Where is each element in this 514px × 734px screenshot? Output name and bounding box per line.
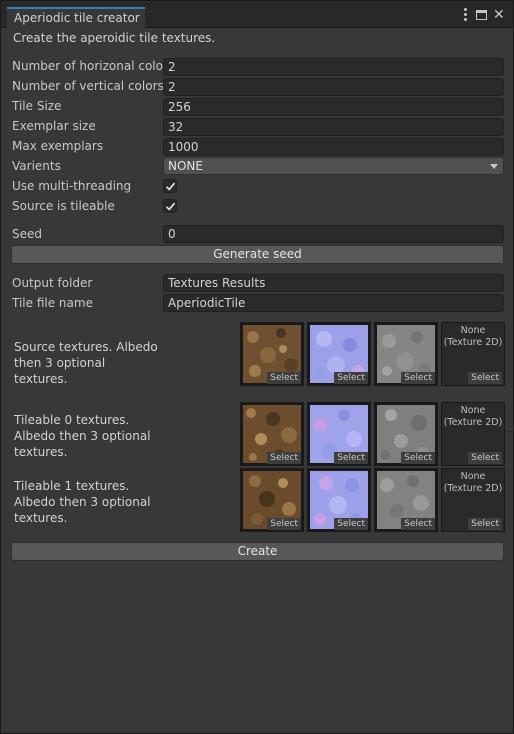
texture-slot-gray[interactable]: Select (374, 402, 438, 466)
tileable0-textures-label: Tileable 0 textures. Albedo then 3 optio… (14, 413, 151, 459)
texture-slot-normal[interactable]: Select (307, 322, 371, 386)
kebab-menu-icon[interactable] (460, 8, 470, 22)
select-button[interactable]: Select (468, 372, 502, 384)
tab-aperiodic-tile-creator[interactable]: Aperiodic tile creator (7, 7, 145, 29)
source-tileable-label: Source is tileable (12, 199, 115, 213)
texture-slot-albedo[interactable]: Select (240, 402, 304, 466)
none-texture-text: None (Texture 2D) (443, 405, 503, 428)
select-button[interactable]: Select (401, 372, 435, 384)
checkmark-icon (165, 202, 176, 211)
max-exemplars-label: Max exemplars (12, 139, 104, 153)
source-tileable-checkbox[interactable] (163, 199, 177, 213)
divider (504, 431, 514, 432)
texture-slot-albedo[interactable]: Select (240, 322, 304, 386)
varients-dropdown[interactable]: NONE (163, 157, 504, 175)
seed-label: Seed (12, 227, 42, 241)
none-texture-text: None (Texture 2D) (443, 325, 503, 348)
select-button[interactable]: Select (334, 372, 368, 384)
select-button[interactable]: Select (468, 452, 502, 464)
description-text: Create the aperoidic tile textures. (13, 31, 216, 45)
texture-slot-empty[interactable]: None (Texture 2D) Select (441, 322, 505, 386)
create-button[interactable]: Create (11, 542, 504, 561)
select-button[interactable]: Select (468, 518, 502, 530)
horizontal-colors-label: Number of horizonal colors (12, 59, 175, 73)
none-texture-text: None (Texture 2D) (443, 471, 503, 494)
max-exemplars-input[interactable]: 1000 (163, 138, 504, 156)
select-button[interactable]: Select (267, 518, 301, 530)
seed-input[interactable]: 0 (163, 225, 504, 243)
tile-size-label: Tile Size (12, 99, 62, 113)
output-folder-label: Output folder (12, 276, 93, 290)
texture-slot-gray[interactable]: Select (374, 468, 438, 532)
tileable1-textures-label: Tileable 1 textures. Albedo then 3 optio… (14, 479, 151, 525)
tile-file-name-label: Tile file name (12, 296, 93, 310)
checkmark-icon (165, 182, 176, 191)
output-folder-input[interactable]: Textures Results (163, 274, 504, 292)
multithreading-label: Use multi-threading (12, 179, 132, 193)
window-controls: ✕ (460, 8, 505, 22)
texture-slot-gray[interactable]: Select (374, 322, 438, 386)
editor-window: Aperiodic tile creator ✕ Create the aper… (0, 0, 514, 734)
tile-file-name-input[interactable]: AperiodicTile (163, 294, 504, 312)
select-button[interactable]: Select (334, 518, 368, 530)
select-button[interactable]: Select (401, 518, 435, 530)
close-icon[interactable]: ✕ (493, 8, 505, 22)
generate-seed-button[interactable]: Generate seed (11, 245, 504, 264)
select-button[interactable]: Select (334, 452, 368, 464)
varients-value: NONE (168, 159, 203, 173)
texture-slot-normal[interactable]: Select (307, 402, 371, 466)
source-textures-label: Source textures. Albedo then 3 optional … (14, 340, 158, 386)
select-button[interactable]: Select (267, 452, 301, 464)
horizontal-colors-input[interactable]: 2 (163, 58, 504, 76)
vertical-colors-input[interactable]: 2 (163, 78, 504, 96)
texture-slot-empty[interactable]: None (Texture 2D) Select (441, 468, 505, 532)
texture-slot-albedo[interactable]: Select (240, 468, 304, 532)
multithreading-checkbox[interactable] (163, 179, 177, 193)
chevron-down-icon (490, 164, 498, 169)
varients-label: Varients (12, 159, 61, 173)
texture-slot-empty[interactable]: None (Texture 2D) Select (441, 402, 505, 466)
vertical-colors-label: Number of vertical colors (12, 79, 164, 93)
select-button[interactable]: Select (401, 452, 435, 464)
tile-size-input[interactable]: 256 (163, 98, 504, 116)
exemplar-size-label: Exemplar size (12, 119, 96, 133)
select-button[interactable]: Select (267, 372, 301, 384)
tab-bar: Aperiodic tile creator ✕ (1, 1, 513, 29)
maximize-icon[interactable] (476, 10, 487, 20)
exemplar-size-input[interactable]: 32 (163, 118, 504, 136)
texture-slot-normal[interactable]: Select (307, 468, 371, 532)
